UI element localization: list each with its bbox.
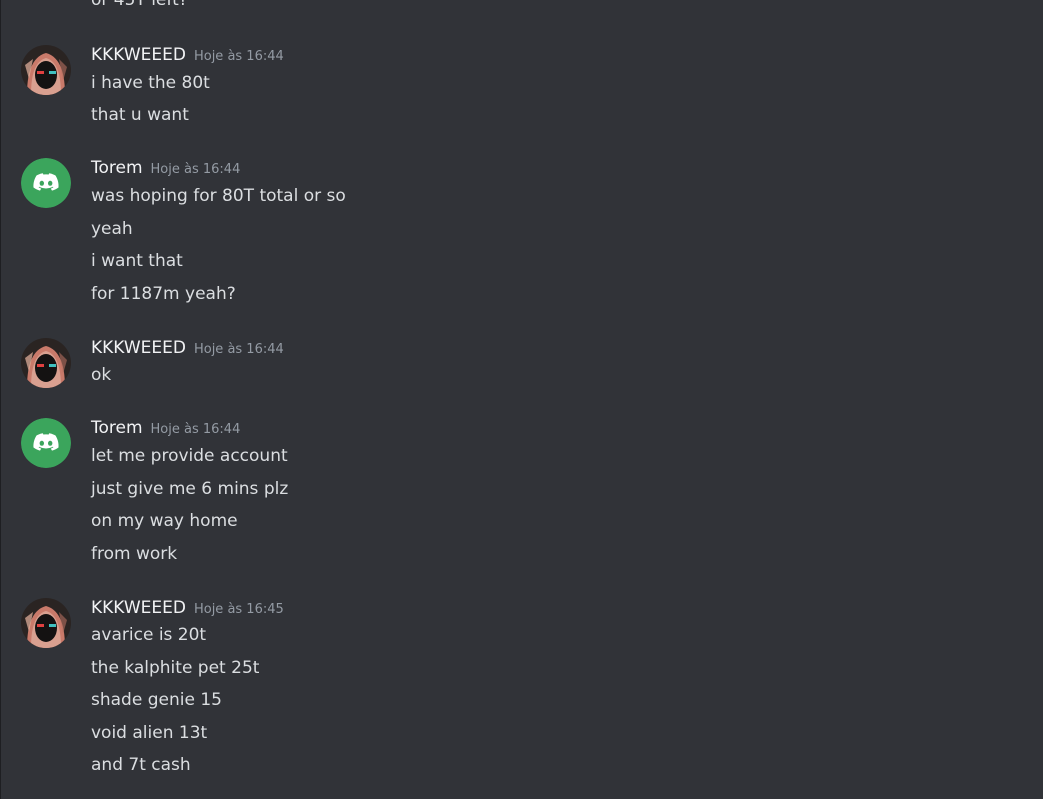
message-text: avarice is 20t — [91, 625, 207, 645]
avatar[interactable] — [21, 158, 71, 208]
message-text: and 7t cash — [91, 755, 191, 775]
message-text: on my way home — [91, 511, 238, 531]
user-avatar — [21, 45, 71, 95]
discord-logo-icon — [21, 158, 71, 208]
avatar[interactable] — [21, 338, 71, 388]
message-text: yeah — [91, 219, 133, 239]
message-text: was hoping for 80T total or so — [91, 186, 346, 206]
timestamp[interactable]: Hoje às 16:44 — [151, 162, 241, 177]
message-text: for 1187m yeah? — [91, 284, 236, 304]
avatar[interactable] — [21, 598, 71, 648]
message-text: i want that — [91, 251, 183, 271]
username[interactable]: KKKWEEED — [91, 338, 186, 358]
message-text: ok — [91, 365, 112, 385]
timestamp[interactable]: Hoje às 16:44 — [194, 342, 284, 357]
discord-logo-icon — [21, 418, 71, 468]
timestamp[interactable]: Hoje às 16:45 — [194, 602, 284, 617]
username[interactable]: KKKWEEED — [91, 45, 186, 65]
message-header: KKKWEEED Hoje às 16:44 — [91, 45, 284, 67]
message-text: just give me 6 mins plz — [91, 479, 289, 499]
message-text: shade genie 15 — [91, 690, 222, 710]
message-header: Torem Hoje às 16:44 — [91, 418, 240, 440]
username[interactable]: Torem — [91, 158, 143, 178]
message-text: void alien 13t — [91, 723, 208, 743]
message-text: that u want — [91, 105, 189, 125]
message-text: the kalphite pet 25t — [91, 658, 260, 678]
user-avatar — [21, 338, 71, 388]
user-avatar — [21, 598, 71, 648]
username[interactable]: Torem — [91, 418, 143, 438]
message-header: Torem Hoje às 16:44 — [91, 158, 240, 180]
message-text: i have the 80t — [91, 73, 210, 93]
chat-messages[interactable]: or 45T left? KKKWEEED Hoje às 16:44 i hav… — [0, 0, 1043, 799]
username[interactable]: KKKWEEED — [91, 598, 186, 618]
avatar[interactable] — [21, 418, 71, 468]
timestamp[interactable]: Hoje às 16:44 — [194, 49, 284, 64]
message-header: KKKWEEED Hoje às 16:45 — [91, 598, 284, 620]
timestamp[interactable]: Hoje às 16:44 — [151, 422, 241, 437]
avatar[interactable] — [21, 45, 71, 95]
message-text: let me provide account — [91, 446, 288, 466]
message-line-partial: or 45T left? — [91, 0, 188, 10]
message-text: from work — [91, 544, 178, 564]
divider — [0, 0, 1, 799]
message-header: KKKWEEED Hoje às 16:44 — [91, 338, 284, 360]
